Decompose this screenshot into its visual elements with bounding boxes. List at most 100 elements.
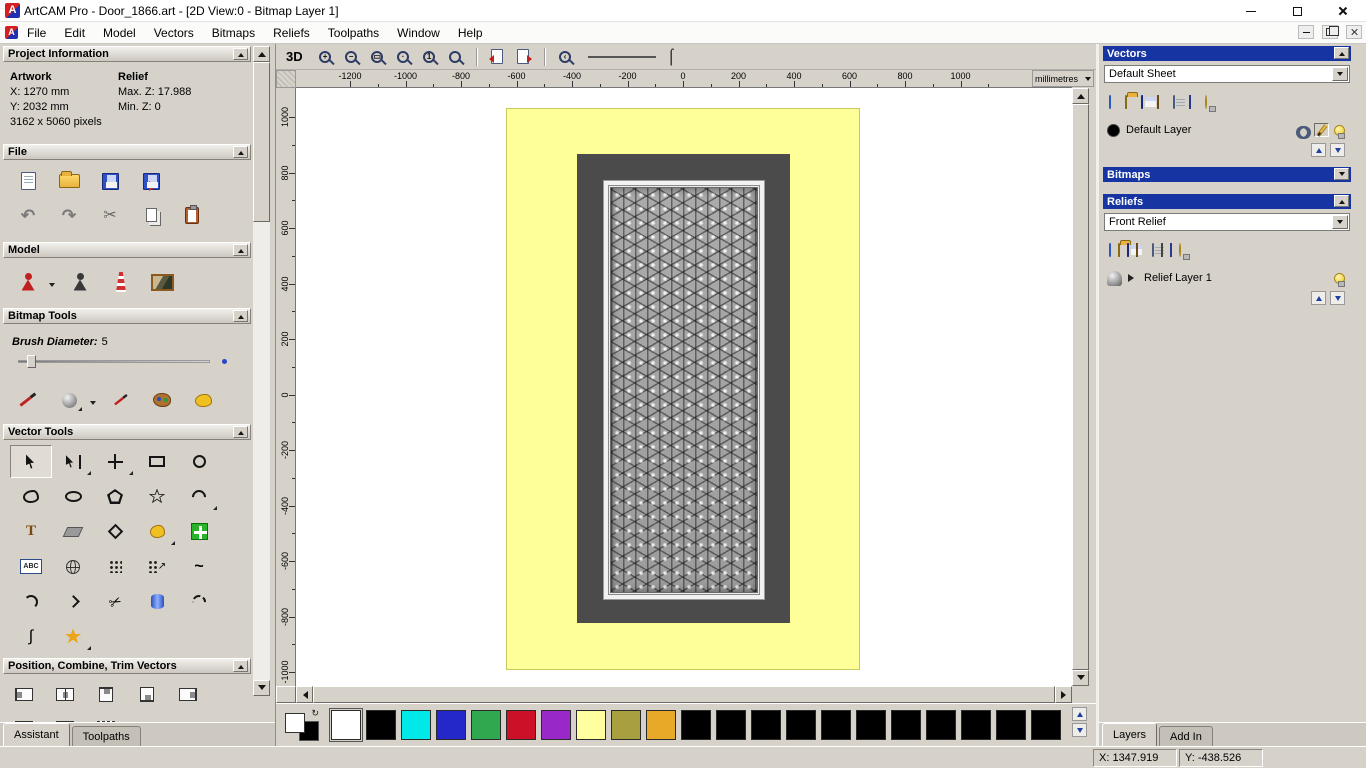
create-rectangle-button[interactable] [136, 445, 178, 478]
palette-swatch-20[interactable] [1031, 710, 1061, 740]
menu-item-help[interactable]: Help [449, 23, 492, 43]
palette-swatch-0[interactable] [331, 710, 361, 740]
palette-scroll-down-button[interactable] [1072, 723, 1087, 737]
cut-button[interactable]: ✂ [94, 201, 126, 229]
menu-item-toolpaths[interactable]: Toolpaths [319, 23, 388, 43]
palette-swatch-2[interactable] [401, 710, 431, 740]
scroll-up-button[interactable] [253, 46, 270, 62]
scroll-down-button[interactable] [253, 680, 270, 696]
draw-brush-button[interactable] [105, 386, 137, 414]
palette-swatch-1[interactable] [366, 710, 396, 740]
zoom-previous-button[interactable] [444, 47, 467, 67]
drawing-canvas[interactable] [296, 88, 1072, 686]
scroll-left-button[interactable] [296, 686, 313, 703]
bitmap-to-vector-button[interactable] [94, 550, 136, 583]
palette-swatch-7[interactable] [576, 710, 606, 740]
palette-swatch-17[interactable] [926, 710, 956, 740]
palette-swatch-9[interactable] [646, 710, 676, 740]
palette-swatch-10[interactable] [681, 710, 711, 740]
pan-left-button[interactable] [486, 47, 509, 67]
menu-item-window[interactable]: Window [388, 23, 449, 43]
paint-selective-button[interactable] [53, 386, 85, 414]
create-ellipse-button[interactable] [52, 480, 94, 513]
scroll-thumb[interactable] [253, 62, 270, 222]
zoom-in-button[interactable]: + [314, 47, 337, 67]
new-vector-layer-button[interactable] [1109, 96, 1111, 108]
expand-button[interactable] [1334, 168, 1349, 180]
undo-button[interactable]: ↶ [12, 201, 44, 229]
copy-button[interactable] [135, 201, 167, 229]
relief-thumbnail-icon[interactable] [1107, 271, 1122, 286]
dropdown-button[interactable] [1332, 67, 1348, 81]
relief-selector[interactable]: Front Relief [1104, 213, 1350, 231]
maximize-button[interactable] [1274, 0, 1320, 22]
canvas-horizontal-scrollbar[interactable] [276, 686, 1096, 703]
menu-item-file[interactable]: File [18, 23, 55, 43]
collapse-button[interactable] [233, 48, 248, 60]
palette-swatch-8[interactable] [611, 710, 641, 740]
align-left-button[interactable] [12, 680, 36, 708]
create-arc-button[interactable] [178, 480, 220, 513]
save-vector-layer-button[interactable] [1141, 96, 1143, 108]
pan-right-button[interactable] [512, 47, 535, 67]
zoom-box-button[interactable]: ▭ [366, 47, 389, 67]
menu-item-vectors[interactable]: Vectors [145, 23, 203, 43]
relief-layer-row[interactable]: Relief Layer 1 [1103, 267, 1351, 289]
link-layer-button[interactable] [1296, 123, 1311, 137]
extrude-vector-button[interactable] [136, 585, 178, 618]
palette-swatch-18[interactable] [961, 710, 991, 740]
scroll-thumb[interactable] [313, 686, 1055, 703]
create-text-button[interactable]: T [10, 515, 52, 548]
open-relief-layer-button[interactable] [1118, 244, 1120, 256]
model-tower-button[interactable] [105, 268, 137, 296]
new-model-button[interactable] [12, 167, 44, 195]
wireframe-sphere-button[interactable] [52, 550, 94, 583]
trim-vectors-button[interactable]: ✂ [94, 585, 136, 618]
create-star-button[interactable] [136, 480, 178, 513]
primary-colour-swatch[interactable] [285, 713, 305, 733]
nesting-button[interactable]: Nes [176, 715, 200, 722]
scroll-down-button[interactable] [1072, 670, 1089, 686]
move-layer-up-button[interactable] [1311, 143, 1326, 157]
toggle-all-layers-button[interactable] [1205, 96, 1207, 108]
colour-palette-button[interactable] [146, 386, 178, 414]
collapse-button[interactable] [233, 310, 248, 322]
scroll-thumb[interactable] [1072, 104, 1089, 670]
load-image-button[interactable] [146, 268, 178, 296]
measure-tool-button[interactable] [52, 620, 94, 653]
sheet-selector[interactable]: Default Sheet [1104, 65, 1350, 83]
palette-swatch-5[interactable] [506, 710, 536, 740]
menu-item-model[interactable]: Model [94, 23, 145, 43]
zoom-out-button[interactable]: − [340, 47, 363, 67]
collapse-button[interactable] [233, 146, 248, 158]
join-vectors-button[interactable] [53, 715, 77, 722]
adjust-model-button[interactable] [64, 268, 96, 296]
palette-swatch-19[interactable] [996, 710, 1026, 740]
collapse-button[interactable] [233, 244, 248, 256]
export-model-button[interactable] [135, 167, 167, 195]
brush-diameter-slider[interactable] [18, 360, 210, 363]
weld-vectors-button[interactable] [94, 715, 118, 722]
child-restore-button[interactable] [1322, 25, 1338, 39]
node-editing-button[interactable] [52, 445, 94, 478]
open-vector-layer-button[interactable] [1125, 96, 1127, 108]
flyout-arrow-icon[interactable] [49, 283, 55, 290]
create-freeform-button[interactable] [10, 480, 52, 513]
palette-swatch-12[interactable] [751, 710, 781, 740]
zoom-1to1-button[interactable]: 1 [418, 47, 441, 67]
tab-toolpaths[interactable]: Toolpaths [72, 726, 141, 746]
move-layer-down-button[interactable] [1330, 291, 1345, 305]
vector-layer-row[interactable]: Default Layer [1103, 119, 1351, 141]
line-width-preview[interactable] [588, 56, 656, 58]
palette-swatch-6[interactable] [541, 710, 571, 740]
zoom-last-button[interactable]: ‹ [554, 47, 577, 67]
palette-swatch-4[interactable] [471, 710, 501, 740]
open-model-button[interactable] [53, 167, 85, 195]
flood-fill-button[interactable] [187, 386, 219, 414]
menu-item-reliefs[interactable]: Reliefs [264, 23, 319, 43]
slider-handle[interactable] [27, 355, 36, 368]
create-diamond-button[interactable] [94, 515, 136, 548]
paste-clipart-button[interactable] [178, 515, 220, 548]
canvas-vertical-scrollbar[interactable] [1072, 88, 1089, 686]
save-model-button[interactable] [94, 167, 126, 195]
